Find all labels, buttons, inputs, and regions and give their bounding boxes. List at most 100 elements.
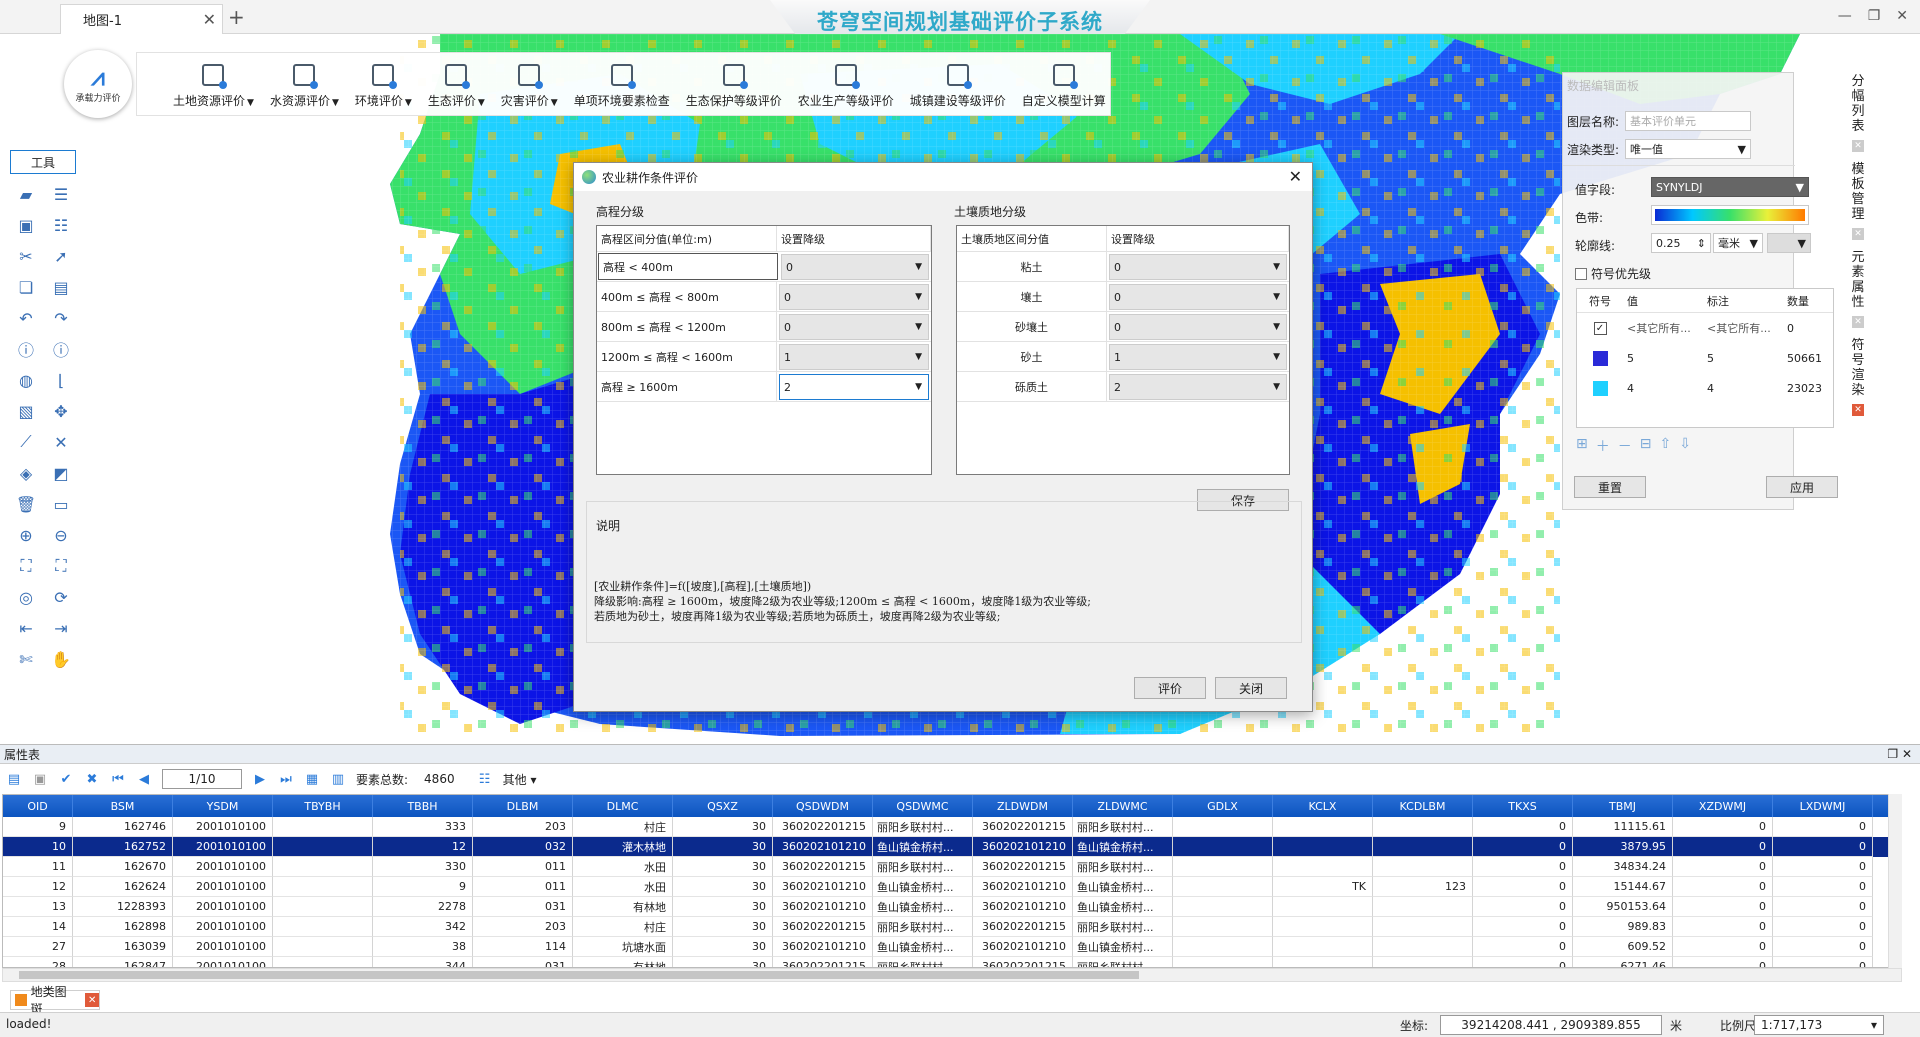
table-cell[interactable]: 162898 [73, 917, 173, 937]
ecology-eval-button[interactable]: 生态评价 ▼ [420, 64, 493, 109]
elevation-range-cell[interactable]: 800m ≤ 高程 < 1200m [597, 312, 777, 341]
table-cell[interactable]: 032 [473, 837, 573, 857]
hand-icon[interactable]: ✋ [49, 647, 73, 671]
table-cell[interactable] [1173, 837, 1273, 857]
layer-export-icon[interactable]: ☷ [49, 213, 73, 237]
table-cell[interactable]: 3879.95 [1573, 837, 1673, 857]
table-cell[interactable]: 9 [373, 877, 473, 897]
table-cell[interactable]: 30 [673, 857, 773, 877]
layer-tab-land-parcels[interactable]: 地类图斑 ✕ [10, 985, 100, 1016]
table-cell[interactable]: 鱼山镇金桥村... [1073, 877, 1173, 897]
copy-icon[interactable]: ❏ [14, 275, 38, 299]
table-cell[interactable] [273, 877, 373, 897]
close-window-icon[interactable]: ✕ [1896, 8, 1908, 24]
table-cell[interactable] [273, 897, 373, 917]
table-cell[interactable] [1273, 897, 1373, 917]
eco-protection-grade-button[interactable]: 生态保护等级评价 [678, 64, 790, 109]
elevation-range-cell[interactable]: 400m ≤ 高程 < 800m [597, 282, 777, 311]
add-tab-icon[interactable]: + [228, 5, 245, 29]
table-cell[interactable] [1373, 837, 1473, 857]
last-page-icon[interactable]: ⏭ [278, 771, 294, 787]
add-image-icon[interactable]: ▧ [14, 399, 38, 423]
forward-icon[interactable]: ⇥ [49, 616, 73, 640]
table-cell[interactable] [1173, 877, 1273, 897]
close-icon[interactable]: ✕ [1852, 316, 1864, 328]
table-cell[interactable]: 2001010100 [173, 877, 273, 897]
table-cell[interactable]: 031 [473, 897, 573, 917]
trash-icon[interactable]: 🗑 [14, 492, 38, 516]
column-header[interactable]: DLMC [573, 795, 673, 817]
table-cell[interactable]: 12 [3, 877, 73, 897]
table-cell[interactable]: 0 [1673, 937, 1773, 957]
table-cell[interactable]: 360202201215 [973, 957, 1073, 967]
scale-select[interactable]: 1:717,173 ▾ [1754, 1015, 1884, 1035]
edit-map-icon[interactable]: ◩ [49, 461, 73, 485]
side-tab-templates[interactable]: 模板管理 [1850, 162, 1866, 222]
layer-name-field[interactable]: 基本评价单元 [1625, 111, 1751, 131]
table-cell[interactable]: 989.83 [1573, 917, 1673, 937]
table-cell[interactable]: 14 [3, 917, 73, 937]
table-cell[interactable] [1373, 917, 1473, 937]
table-cell[interactable]: 360202101210 [773, 937, 873, 957]
urban-construction-grade-button[interactable]: 城镇建设等级评价 [902, 64, 1014, 109]
folder-open-icon[interactable]: ▰ [14, 182, 38, 206]
table-cell[interactable]: 10 [3, 837, 73, 857]
scroll-thumb[interactable] [19, 971, 1139, 979]
apply-button[interactable]: 应用 [1766, 476, 1838, 498]
table-cell[interactable] [273, 957, 373, 967]
table-cell[interactable]: 360202101210 [773, 897, 873, 917]
table-cell[interactable] [1273, 837, 1373, 857]
table-cell[interactable]: 38 [373, 937, 473, 957]
table-cell[interactable]: 360202101210 [973, 837, 1073, 857]
layer-add-icon[interactable]: ☰ [49, 182, 73, 206]
table-cell[interactable]: 162752 [73, 837, 173, 857]
table-cell[interactable]: 360202101210 [973, 937, 1073, 957]
table-row[interactable]: 11 162670 2001010100 330 011 水田 30 360202201215… [3, 857, 1901, 877]
table-cell[interactable] [1173, 917, 1273, 937]
remove-icon[interactable]: － [1618, 436, 1632, 456]
table-cell[interactable]: 360202201215 [973, 817, 1073, 837]
table-cell[interactable] [1173, 817, 1273, 837]
soil-level-select[interactable]: 2 ▼ [1109, 374, 1287, 400]
table-cell[interactable]: 2001010100 [173, 897, 273, 917]
table-row[interactable]: 27 163039 2001010100 38 114 坑塘水面 30 36020210121… [3, 937, 1901, 957]
table-cell[interactable]: 163039 [73, 937, 173, 957]
water-resource-eval-button[interactable]: 水资源评价 ▼ [262, 64, 347, 109]
soil-type-cell[interactable]: 砂土 [957, 342, 1107, 371]
table-cell[interactable] [1373, 897, 1473, 917]
fit-icon[interactable]: ⛶ [49, 554, 73, 578]
table-cell[interactable]: 342 [373, 917, 473, 937]
disaster-eval-button[interactable]: 灾害评价 ▼ [493, 64, 566, 109]
evaluate-button[interactable]: 评价 [1134, 677, 1206, 699]
table-cell[interactable]: 2278 [373, 897, 473, 917]
side-tab-element-attributes[interactable]: 元素属性 [1850, 250, 1866, 310]
table-cell[interactable]: 村庄 [573, 817, 673, 837]
table-view-icon[interactable]: ▥ [330, 771, 346, 787]
table-cell[interactable]: 360202101210 [973, 877, 1073, 897]
table-cell[interactable]: 0 [1773, 957, 1873, 967]
value-field-select[interactable]: SYNYLDJ ▼ [1651, 177, 1809, 197]
table-cell[interactable]: 360202201215 [973, 917, 1073, 937]
column-header[interactable]: TBYBH [273, 795, 373, 817]
table-cell[interactable]: 360202101210 [773, 877, 873, 897]
table-cell[interactable]: 2001010100 [173, 857, 273, 877]
table-cell[interactable]: 水田 [573, 877, 673, 897]
table-cell[interactable] [273, 837, 373, 857]
column-header[interactable]: QSDWMC [873, 795, 973, 817]
table-cell[interactable]: 0 [1673, 917, 1773, 937]
filter-icon[interactable]: ☷ [477, 771, 493, 787]
select-arrow-icon[interactable]: ➚ [49, 244, 73, 268]
table-cell[interactable]: 950153.64 [1573, 897, 1673, 917]
table-cell[interactable]: 330 [373, 857, 473, 877]
table-cell[interactable]: 丽阳乡联村村... [873, 857, 973, 877]
restore-icon[interactable]: ❐ [1868, 8, 1881, 24]
table-cell[interactable]: 30 [673, 957, 773, 967]
table-cell[interactable] [1373, 817, 1473, 837]
table-cell[interactable] [1273, 857, 1373, 877]
table-cell[interactable]: 162847 [73, 957, 173, 967]
table-cell[interactable]: 1228393 [73, 897, 173, 917]
table-cell[interactable]: TK [1273, 877, 1373, 897]
cross-icon[interactable]: ✕ [49, 430, 73, 454]
identify-icon[interactable]: ⓘ [49, 337, 73, 361]
table-cell[interactable]: 丽阳乡联村村... [873, 957, 973, 967]
